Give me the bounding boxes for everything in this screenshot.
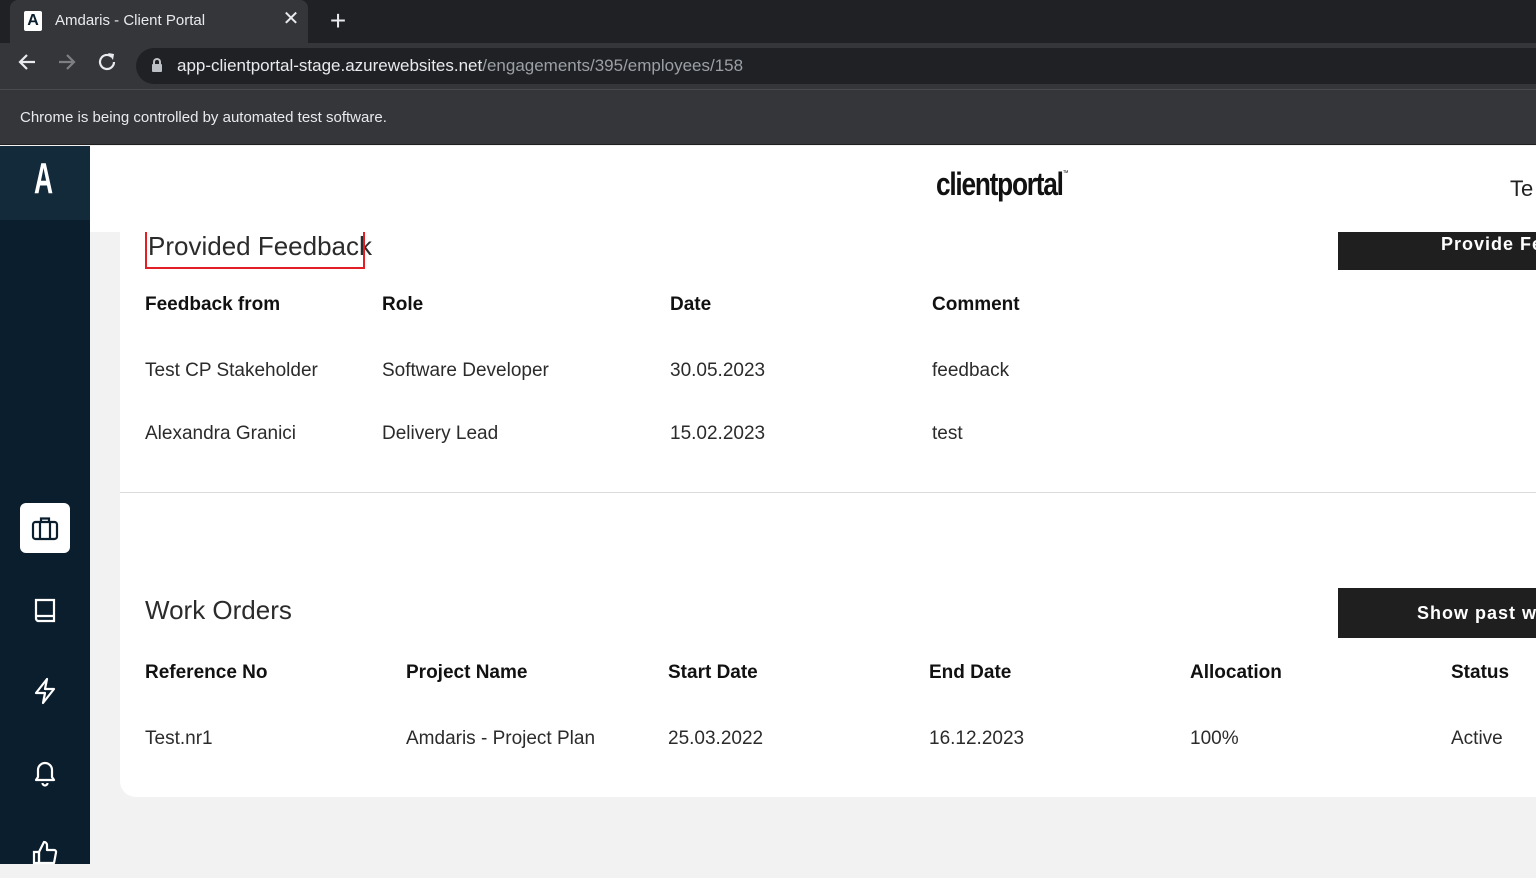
column-header-reference-no[interactable]: Reference No	[145, 662, 268, 684]
highlight-outline	[145, 232, 365, 269]
date-cell: 15.02.2023	[670, 423, 766, 444]
browser-toolbar: app-clientportal-stage.azurewebsites.net…	[0, 43, 1536, 89]
clientportal-logo[interactable]: clientportal™	[936, 166, 1068, 203]
end-date-cell: 16.12.2023	[929, 728, 1025, 749]
sidebar-item-engagements[interactable]	[20, 503, 70, 553]
sidebar-logo-area[interactable]: A	[0, 146, 90, 220]
column-header-status[interactable]: Status	[1451, 662, 1509, 684]
status-cell: Active	[1451, 728, 1503, 749]
sidebar-item-feedback[interactable]	[20, 828, 70, 878]
date-cell: 30.05.2023	[670, 360, 766, 381]
sidebar: A	[0, 146, 90, 865]
infobar-message: Chrome is being controlled by automated …	[20, 109, 387, 126]
section-divider	[120, 492, 1536, 493]
reload-icon[interactable]	[92, 51, 122, 81]
sidebar-item-notifications[interactable]	[20, 747, 70, 797]
comment-cell: test	[932, 423, 963, 444]
sidebar-item-activity[interactable]	[20, 666, 70, 716]
column-header-date[interactable]: Date	[670, 294, 711, 316]
column-header-end-date[interactable]: End Date	[929, 662, 1011, 684]
show-past-work-orders-button[interactable]: Show past w	[1338, 588, 1536, 638]
comment-cell: feedback	[932, 360, 1010, 381]
url-text: app-clientportal-stage.azurewebsites.net…	[177, 56, 744, 75]
lock-icon	[152, 58, 162, 72]
column-header-feedback-from[interactable]: Feedback from	[145, 294, 280, 316]
sidebar-item-documents[interactable]	[20, 585, 70, 635]
lightning-icon	[34, 677, 56, 705]
amdaris-logo: A	[34, 154, 53, 203]
reference-no-cell: Test.nr1	[145, 728, 213, 749]
work-orders-title: Work Orders	[145, 595, 292, 625]
book-icon	[34, 598, 56, 623]
start-date-cell: 25.03.2022	[668, 728, 764, 749]
briefcase-icon	[31, 517, 59, 541]
project-name-cell: Amdaris - Project Plan	[406, 728, 596, 749]
bell-icon	[34, 761, 56, 787]
amdaris-favicon-icon: A	[24, 11, 42, 31]
back-arrow-icon[interactable]	[12, 51, 42, 81]
browser-tab-bar: A Amdaris - Client Portal ✕ +	[0, 0, 1536, 43]
forward-arrow-icon[interactable]	[52, 51, 82, 81]
close-tab-icon[interactable]: ✕	[280, 8, 302, 30]
user-name[interactable]: Te	[1510, 176, 1533, 202]
column-header-project-name[interactable]: Project Name	[406, 662, 527, 684]
employee-details-card: Provided Feedback Provide Fe Feedback fr…	[120, 232, 1536, 797]
browser-tab[interactable]: A Amdaris - Client Portal ✕	[10, 0, 308, 43]
automation-infobar: Chrome is being controlled by automated …	[0, 89, 1536, 145]
address-bar[interactable]: app-clientportal-stage.azurewebsites.net…	[136, 48, 1536, 84]
role-cell: Software Developer	[382, 360, 549, 381]
allocation-cell: 100%	[1190, 728, 1239, 749]
provide-feedback-button[interactable]: Provide Fe	[1338, 232, 1536, 270]
app-header: clientportal™ Te	[90, 146, 1536, 232]
column-header-start-date[interactable]: Start Date	[668, 662, 758, 684]
column-header-allocation[interactable]: Allocation	[1190, 662, 1282, 684]
feedback-from-cell: Alexandra Granici	[145, 423, 297, 444]
column-header-role[interactable]: Role	[382, 294, 423, 316]
column-header-comment[interactable]: Comment	[932, 294, 1020, 316]
feedback-from-cell: Test CP Stakeholder	[145, 360, 318, 381]
new-tab-icon[interactable]: +	[325, 7, 351, 35]
role-cell: Delivery Lead	[382, 423, 499, 444]
tab-title: Amdaris - Client Portal	[55, 12, 206, 29]
